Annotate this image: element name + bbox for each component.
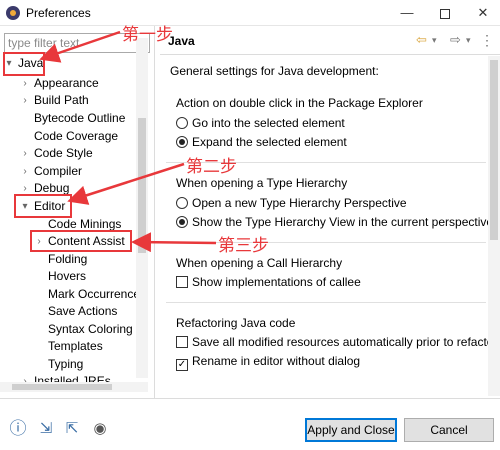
eclipse-app-icon	[6, 6, 20, 20]
checkbox-rename-in-editor[interactable]: ✓ Rename in editor without dialog	[176, 353, 361, 371]
scrollbar-thumb[interactable]	[138, 118, 146, 253]
tree-item-label: Build Path	[34, 93, 89, 107]
help-icon[interactable]: ⓘ	[8, 420, 28, 438]
tree-item-label: Hovers	[48, 269, 87, 283]
content-vertical-scrollbar[interactable]	[488, 56, 500, 396]
cancel-button[interactable]: Cancel	[404, 418, 494, 442]
tree-horizontal-scrollbar[interactable]	[0, 382, 148, 392]
radio-button[interactable]	[176, 216, 188, 228]
forward-arrow-icon[interactable]: ⇨	[450, 32, 461, 48]
scrollbar-thumb[interactable]	[490, 60, 498, 240]
apply-and-close-button[interactable]: Apply and Close	[305, 418, 397, 442]
more-menu-icon[interactable]: ⋮	[480, 32, 494, 49]
chevron-right-icon[interactable]: ›	[20, 75, 30, 92]
radio-go-into[interactable]: Go into the selected element	[176, 115, 345, 131]
tree-item-code-coverage[interactable]: Code Coverage	[34, 128, 118, 145]
radio-label: Show the Type Hierarchy View in the curr…	[192, 215, 490, 229]
annotation-step-3: 第三步	[218, 236, 269, 256]
highlight-content-assist	[30, 230, 132, 252]
scrollbar-thumb[interactable]	[12, 384, 112, 390]
group-title-refactoring: Refactoring Java code	[176, 316, 296, 330]
checkbox[interactable]	[176, 276, 188, 288]
group-divider	[166, 242, 486, 243]
highlight-editor	[14, 194, 72, 218]
page-description: General settings for Java development:	[170, 64, 379, 78]
radio-label: Expand the selected element	[192, 135, 347, 149]
maximize-button[interactable]	[428, 2, 462, 24]
tree-item-save-actions[interactable]: Save Actions	[48, 303, 117, 320]
tree-item-hovers[interactable]: Hovers	[48, 268, 86, 285]
checkbox-label: Show implementations of callee	[192, 275, 361, 289]
group-title-call-hierarchy: When opening a Call Hierarchy	[176, 256, 343, 270]
tree-item-templates[interactable]: Templates	[48, 338, 103, 355]
tree-item-label: Syntax Coloring	[48, 322, 133, 336]
oomph-icon[interactable]: ◉	[90, 420, 110, 438]
tree-item-label: Code Minings	[48, 217, 122, 231]
checkbox[interactable]	[176, 336, 188, 348]
tree-item-label: Code Style	[34, 146, 93, 160]
checkbox-label: Rename in editor without dialog	[192, 354, 361, 368]
annotation-step-2: 第二步	[186, 157, 237, 177]
tree-item-label: Save Actions	[48, 304, 118, 318]
radio-label: Open a new Type Hierarchy Perspective	[192, 196, 407, 210]
group-divider	[166, 302, 486, 303]
checkbox-save-modified[interactable]: Save all modified resources automaticall…	[176, 334, 490, 350]
tree-item-label: Mark Occurrences	[48, 287, 138, 301]
page-header: Java ⇦ ▾ ⇨ ▾ ⋮	[160, 30, 500, 52]
import-icon[interactable]: ⇲	[36, 420, 56, 438]
tree-item-label: Compiler	[34, 164, 83, 178]
chevron-down-icon[interactable]: ▾	[432, 35, 437, 46]
radio-button[interactable]	[176, 136, 188, 148]
back-arrow-icon[interactable]: ⇦	[416, 32, 427, 48]
group-title-double-click: Action on double click in the Package Ex…	[176, 96, 423, 110]
radio-label: Go into the selected element	[192, 116, 345, 130]
tree-item-label: Typing	[48, 357, 84, 371]
header-divider	[160, 54, 500, 55]
tree-item-label: Appearance	[34, 76, 99, 90]
footer-divider	[0, 398, 500, 399]
maximize-icon	[440, 8, 450, 19]
close-button[interactable]: ✕	[466, 2, 500, 24]
chevron-right-icon[interactable]: ›	[20, 163, 30, 180]
tree-item-bytecode-outline[interactable]: Bytecode Outline	[34, 110, 125, 127]
minimize-button[interactable]: —	[390, 2, 424, 24]
chevron-right-icon[interactable]: ›	[20, 92, 30, 109]
preferences-tree: ▾ Java › Appearance › Build Path Bytecod…	[0, 50, 138, 390]
checkbox[interactable]: ✓	[176, 359, 188, 371]
tree-item-mark-occurrences[interactable]: Mark Occurrences	[48, 286, 138, 303]
radio-button[interactable]	[176, 117, 188, 129]
chevron-right-icon[interactable]: ›	[20, 145, 30, 162]
highlight-java	[3, 52, 45, 76]
tree-item-label: Code Coverage	[34, 129, 119, 143]
tree-vertical-scrollbar[interactable]	[136, 38, 148, 378]
radio-expand[interactable]: Expand the selected element	[176, 134, 347, 150]
checkbox-show-implementations[interactable]: Show implementations of callee	[176, 274, 361, 290]
radio-button[interactable]	[176, 197, 188, 209]
annotation-step-1: 第一步	[122, 25, 173, 45]
tree-item-label: Templates	[48, 339, 103, 353]
tree-item-folding[interactable]: Folding	[48, 251, 87, 268]
chevron-down-icon[interactable]: ▾	[466, 35, 471, 46]
window-title: Preferences	[26, 6, 91, 20]
page-content: General settings for Java development: A…	[160, 56, 490, 396]
group-title-type-hierarchy: When opening a Type Hierarchy	[176, 176, 348, 190]
tree-item-label: Bytecode Outline	[34, 111, 126, 125]
title-bar: Preferences — ✕	[0, 0, 500, 26]
checkbox-label: Save all modified resources automaticall…	[192, 335, 490, 349]
tree-item-typing[interactable]: Typing	[48, 356, 83, 373]
radio-show-view[interactable]: Show the Type Hierarchy View in the curr…	[176, 214, 490, 230]
tree-item-label: Folding	[48, 252, 88, 266]
tree-item-syntax-coloring[interactable]: Syntax Coloring	[48, 321, 133, 338]
radio-open-perspective[interactable]: Open a new Type Hierarchy Perspective	[176, 195, 407, 211]
export-icon[interactable]: ⇱	[62, 420, 82, 438]
